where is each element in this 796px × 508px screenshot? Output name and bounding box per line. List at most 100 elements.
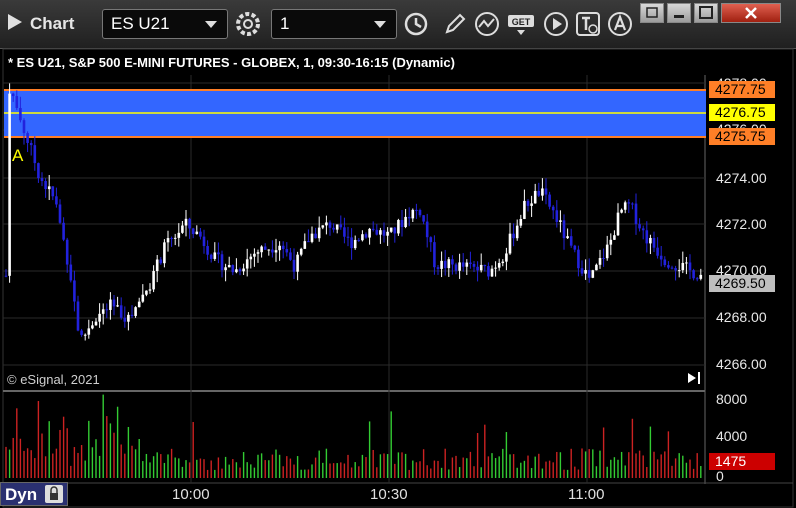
candle-body [652, 237, 656, 248]
band-mid-price-tag: 4276.75 [709, 104, 775, 121]
candle-body [494, 267, 497, 269]
candle-body [112, 299, 116, 307]
volume-bar [595, 466, 598, 478]
scroll-to-end-icon[interactable] [688, 372, 700, 384]
copyright-text: © eSignal, 2021 [7, 372, 100, 387]
candle-body [692, 270, 695, 279]
candle-body [152, 271, 155, 290]
volume-bar [656, 459, 659, 478]
volume-bar [62, 416, 65, 478]
candle-body [400, 219, 404, 228]
volume-bar [502, 448, 504, 478]
candle-body [220, 254, 224, 271]
candle-body [51, 186, 55, 197]
candle-body [127, 314, 130, 322]
volume-bar [620, 451, 623, 478]
volume-bar [415, 462, 418, 478]
volume-bar [232, 459, 234, 478]
volume-bar [559, 452, 562, 478]
candle-body [404, 216, 407, 228]
volume-bar [530, 468, 533, 478]
volume-bar [318, 450, 320, 478]
candle-body [454, 264, 458, 271]
candle-body [11, 93, 15, 97]
candle-body [321, 225, 325, 228]
candle-body [407, 216, 411, 219]
time-axis-label: 10:30 [370, 486, 408, 503]
volume-bar [635, 453, 637, 478]
volume-bar [574, 466, 576, 478]
candle-body [123, 317, 127, 322]
candle-body [422, 215, 425, 222]
candle-body [37, 163, 40, 179]
dynamic-mode-button[interactable]: Dyn [0, 482, 68, 506]
candle-body [598, 258, 602, 265]
volume-bar [260, 453, 263, 478]
lock-icon[interactable] [45, 485, 63, 503]
volume-bar [527, 455, 529, 478]
volume-bar [170, 448, 173, 478]
volume-bar [451, 457, 454, 478]
candle-body [440, 260, 443, 269]
candle-body [627, 202, 631, 204]
candle-body [357, 239, 361, 241]
candle-body [213, 252, 217, 259]
candle-body [227, 265, 231, 268]
candle-body [382, 230, 386, 236]
candle-body [670, 267, 674, 269]
candle-body [267, 249, 271, 251]
volume-bar [646, 467, 648, 478]
volume-bar [77, 452, 79, 478]
candle-body [584, 270, 587, 274]
candle-body [472, 263, 476, 267]
candle-body [364, 234, 368, 238]
volume-bar [325, 448, 328, 478]
volume-bar [149, 462, 151, 478]
volume-bar [401, 452, 403, 478]
candle-body [325, 222, 328, 226]
candle-body [501, 261, 505, 264]
candle-body [649, 237, 652, 244]
candle-body [278, 245, 281, 251]
candle-body [188, 218, 191, 229]
volume-bar [484, 424, 486, 478]
annotation-marker[interactable]: A [12, 146, 23, 166]
candle-body [137, 301, 141, 308]
volume-bar [296, 456, 299, 478]
volume-bar [19, 438, 22, 478]
candle-body [695, 278, 699, 280]
volume-bar [361, 454, 364, 478]
candle-body [411, 209, 415, 219]
candle-body [26, 133, 29, 143]
volume-bar [426, 465, 428, 478]
volume-bar [628, 452, 630, 478]
volume-bar [98, 455, 101, 478]
volume-bar [314, 457, 317, 478]
volume-bar [12, 437, 14, 478]
volume-bar [188, 462, 191, 478]
volume-bar [350, 467, 353, 478]
volume-bar [102, 394, 104, 478]
candle-body [260, 246, 263, 253]
volume-bar [138, 439, 140, 478]
volume-bar [271, 454, 274, 478]
volume-bar [152, 456, 155, 478]
candle-body [591, 270, 595, 278]
volume-bar [73, 447, 76, 478]
volume-bar [516, 467, 518, 478]
candle-body [83, 334, 87, 336]
volume-bar [228, 464, 230, 478]
candle-body [58, 204, 62, 223]
price-chart[interactable] [0, 0, 796, 508]
volume-bar [505, 432, 508, 478]
volume-bar [498, 456, 500, 478]
candle-body [375, 229, 379, 235]
volume-bar [606, 466, 608, 478]
volume-bar [44, 456, 47, 478]
volume-bar [282, 466, 284, 478]
volume-bar [5, 446, 7, 478]
volume-bars [5, 394, 702, 478]
volume-bar [224, 456, 227, 478]
volume-bar [239, 467, 241, 478]
candle-body [425, 221, 429, 238]
